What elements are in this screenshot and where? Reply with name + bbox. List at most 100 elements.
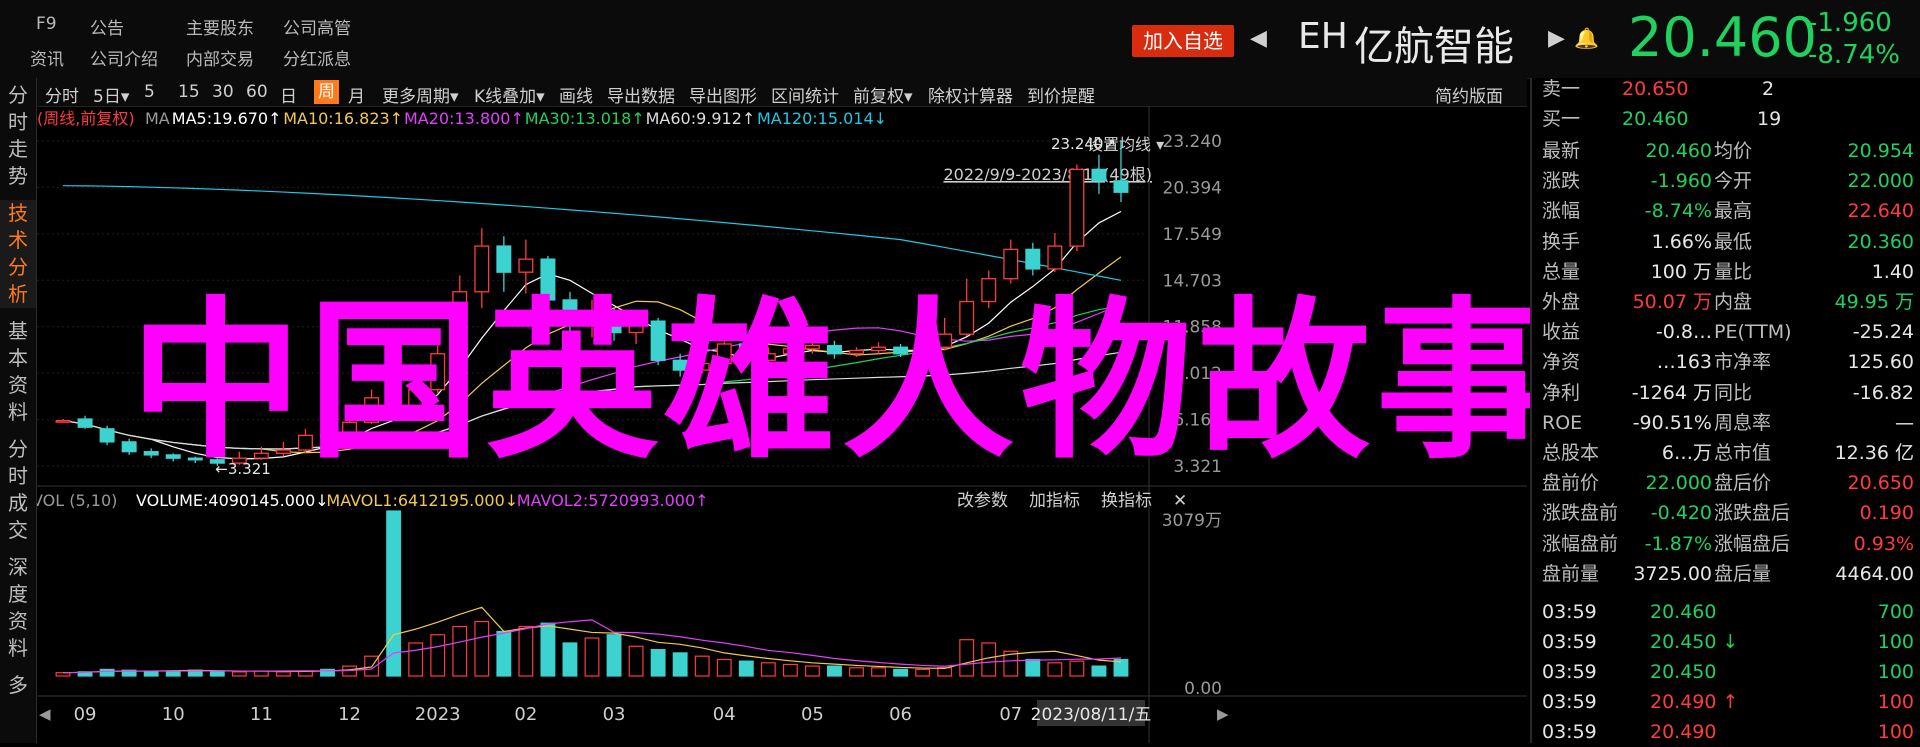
vol-legend-1: VOLUME:4090145.000↓ xyxy=(136,491,329,510)
volume-bar xyxy=(209,670,225,677)
ma-legend-3: MA20:13.800↑ xyxy=(404,109,524,128)
toolbar-item-5[interactable]: 60 xyxy=(246,82,268,102)
stat-value: -1.960 xyxy=(1650,170,1712,193)
next-stock-icon[interactable]: ▶ xyxy=(1548,26,1565,51)
toolbar-item-16[interactable]: 除权计算器 xyxy=(928,82,1013,107)
volume-bar xyxy=(738,660,754,677)
toolbar-item-1[interactable]: 5日▾ xyxy=(93,82,129,107)
stat-row: 涨跌盘前 -0.420 涨跌盘后 0.190 xyxy=(1542,498,1920,528)
toolbar-item-14[interactable]: 区间统计 xyxy=(771,82,839,107)
stat-row: 盘前价 22.000 盘后价 20.650 xyxy=(1542,468,1920,498)
toolbar-item-11[interactable]: 画线 xyxy=(559,82,593,107)
top-nav-3[interactable]: 公司高管 xyxy=(283,14,351,39)
volume-bar xyxy=(253,670,269,677)
stat-label: 净利 xyxy=(1542,381,1581,404)
volume-bar xyxy=(1091,665,1107,677)
toolbar-item-8[interactable]: 月 xyxy=(348,82,365,107)
volume-bar xyxy=(165,670,181,677)
stat-row: 收益 -0.8… PE(TTM) -25.24 xyxy=(1542,317,1920,347)
stat-row: 总股本 6…万 总市值 12.36 亿 xyxy=(1542,438,1920,468)
bid-price: 20.460 xyxy=(1622,108,1689,130)
stat-label: 最新 xyxy=(1542,140,1581,162)
stat-label: 涨跌盘前 xyxy=(1542,502,1619,525)
stat-value: -1264 万 xyxy=(1631,381,1712,404)
volume-bar xyxy=(474,620,490,677)
top-nav-7[interactable]: 分红派息 xyxy=(283,45,351,70)
stat-value: — xyxy=(1895,411,1914,434)
toolbar-item-17[interactable]: 到价提醒 xyxy=(1027,82,1095,107)
top-nav-6[interactable]: 内部交易 xyxy=(186,45,254,70)
stat-value: 22.000 xyxy=(1645,472,1712,495)
stat-label: 最低 xyxy=(1714,230,1753,253)
quote-panel: 卖一 20.650 2 买一 20.460 19 最新 20.460 均价 20.954 涨跌 -1.… xyxy=(1530,78,1920,743)
toolbar-item-6[interactable]: 日 xyxy=(280,82,297,107)
stat-label: 总市值 xyxy=(1714,442,1772,464)
y-tick-label: 17.549 xyxy=(1163,225,1222,245)
stat-label: PE(TTM) xyxy=(1714,321,1792,344)
alert-bell-icon[interactable]: 🔔 xyxy=(1574,26,1599,50)
top-nav-1[interactable]: 公告 xyxy=(90,14,124,39)
stat-value: -1.87% xyxy=(1644,532,1712,555)
last-price: 20.460 xyxy=(1628,6,1817,69)
top-nav-5[interactable]: 公司介绍 xyxy=(90,45,158,70)
stat-label: 换手 xyxy=(1542,230,1581,253)
x-tick-label: 02 xyxy=(514,704,537,725)
rail-tab-2[interactable]: 基本资料 xyxy=(0,318,36,426)
stat-label: 均价 xyxy=(1714,140,1753,162)
toolbar-item-4[interactable]: 30 xyxy=(212,82,234,102)
x-tick-label: 12 xyxy=(338,704,361,725)
tick-time: 03:59 xyxy=(1542,661,1597,683)
rail-tab-4[interactable]: 深度资料 xyxy=(0,554,36,662)
toolbar-item-3[interactable]: 15 xyxy=(178,82,200,102)
volume-bar xyxy=(231,671,247,677)
ma-legend-5: MA60:9.912↑ xyxy=(646,109,756,128)
add-to-watchlist-button[interactable]: 加入自选 xyxy=(1132,25,1234,57)
period-label: (周线,前复权) xyxy=(37,109,135,128)
top-nav-4[interactable]: 资讯 xyxy=(30,45,64,70)
stat-value: 0.190 xyxy=(1859,502,1914,525)
stat-label: 收益 xyxy=(1542,321,1581,344)
toolbar-item-7[interactable]: 周 xyxy=(314,80,339,104)
toolbar-item-2[interactable]: 5 xyxy=(144,82,155,102)
stat-label: 内盘 xyxy=(1714,291,1753,313)
stat-row: 涨幅 -8.74% 最高 22.640 xyxy=(1542,196,1920,226)
candle-body xyxy=(1025,248,1041,270)
volume-bar xyxy=(650,648,666,677)
volume-bar xyxy=(496,630,512,677)
vol-legend-0: VOL (5,10) xyxy=(37,491,117,510)
toolbar-item-13[interactable]: 导出图形 xyxy=(689,82,757,107)
rail-tab-0[interactable]: 分时走势 xyxy=(0,82,36,190)
stat-row: 最新 20.460 均价 20.954 xyxy=(1542,136,1920,166)
stat-value: 22.640 xyxy=(1847,200,1914,223)
tick-time: 03:59 xyxy=(1542,601,1597,623)
tick-price: 20.460 xyxy=(1650,601,1717,623)
toolbar-item-12[interactable]: 导出数据 xyxy=(607,82,675,107)
top-nav-0[interactable]: F9 xyxy=(36,14,57,34)
layout-toggle-button[interactable]: 简约版面 xyxy=(1435,82,1503,107)
ma-legend-1: MA5:19.670↑ xyxy=(172,109,282,128)
bid-label: 买一 xyxy=(1542,108,1581,130)
rail-tab-3[interactable]: 分时成交 xyxy=(0,436,36,544)
toolbar-item-10[interactable]: K线叠加▾ xyxy=(474,82,545,107)
x-axis-left-arrow: ◀ xyxy=(39,705,51,723)
stat-label: 周息率 xyxy=(1714,411,1772,434)
stat-label: 涨跌盘后 xyxy=(1714,502,1791,525)
top-nav-2[interactable]: 主要股东 xyxy=(186,14,254,39)
tick-time: 03:59 xyxy=(1542,691,1597,713)
candle-body xyxy=(77,418,93,428)
rail-tab-1[interactable]: 技术分析 xyxy=(0,200,36,308)
toolbar-item-0[interactable]: 分时 xyxy=(45,82,79,107)
prev-stock-icon[interactable]: ◀ xyxy=(1250,26,1267,51)
stat-value: 20.360 xyxy=(1847,230,1914,253)
rail-tab-5[interactable]: 多 xyxy=(0,672,36,699)
x-tick-label: 09 xyxy=(74,704,97,725)
stat-label: ROE xyxy=(1542,411,1583,434)
volume-bar xyxy=(672,652,688,677)
toolbar-item-9[interactable]: 更多周期▾ xyxy=(382,82,459,107)
toolbar-item-15[interactable]: 前复权▾ xyxy=(853,82,913,107)
stat-value: -0.8… xyxy=(1655,321,1712,344)
stat-label: 涨幅盘后 xyxy=(1714,532,1791,555)
volume-bar xyxy=(1047,662,1063,677)
stat-label: 涨跌 xyxy=(1542,170,1581,193)
stat-row: 涨幅盘前 -1.87% 涨幅盘后 0.93% xyxy=(1542,529,1920,559)
